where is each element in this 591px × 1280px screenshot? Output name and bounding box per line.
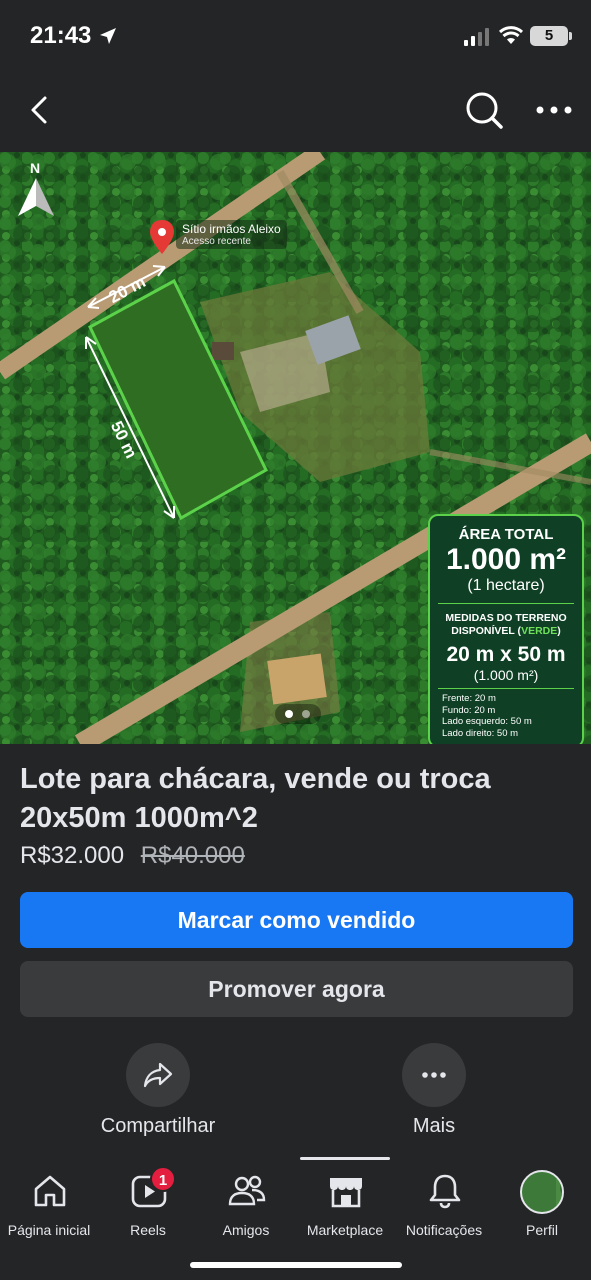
more-action[interactable]: Mais — [354, 1043, 514, 1138]
compass: N — [16, 160, 58, 220]
area-value: 1.000 m² — [445, 543, 567, 576]
status-time: 21:43 — [30, 22, 92, 49]
photo-pager[interactable] — [275, 704, 321, 724]
tab-reels-label: Reels — [130, 1222, 166, 1238]
more-horizontal-icon — [422, 1072, 446, 1078]
listing-old-price: R$40.000 — [140, 842, 245, 869]
share-action[interactable]: Compartilhar — [78, 1043, 238, 1138]
measures-title-line-1: MEDIDAS DO TERRENO — [445, 612, 567, 624]
tab-reels[interactable]: 1 Reels — [96, 1166, 200, 1238]
more-options-button[interactable] — [532, 94, 576, 126]
measures-title-end: ) — [557, 625, 561, 637]
card-divider — [438, 603, 574, 604]
price-row: R$32.000 R$40.000 — [20, 842, 245, 870]
side-right: Lado direito: 50 m — [442, 727, 519, 739]
wifi-icon — [498, 26, 524, 44]
pager-dot-active[interactable] — [285, 710, 293, 718]
tab-home-label: Página inicial — [7, 1222, 91, 1238]
measures-title-line-2: DISPONÍVEL ( — [451, 625, 522, 637]
land-info-card: ÁREA TOTAL 1.000 m² (1 hectare) MEDIDAS … — [428, 514, 584, 744]
card-divider — [438, 688, 574, 689]
battery-indicator: 5 — [530, 26, 572, 46]
share-label: Compartilhar — [100, 1115, 216, 1137]
more-horizontal-icon — [536, 106, 572, 114]
area-title: ÁREA TOTAL — [458, 526, 554, 543]
home-indicator[interactable] — [190, 1262, 402, 1268]
avatar — [520, 1170, 564, 1214]
north-arrow-icon — [18, 178, 54, 216]
back-button[interactable] — [20, 90, 60, 130]
search-icon — [466, 92, 503, 129]
search-button[interactable] — [462, 88, 506, 132]
tab-friends[interactable]: Amigos — [194, 1170, 298, 1238]
profile-photo-icon — [556, 1174, 562, 1212]
marketplace-icon — [330, 1178, 362, 1208]
sides-list: Frente: 20 m Fundo: 20 m Lado esquerdo: … — [430, 693, 582, 739]
location-arrow-icon — [100, 28, 116, 44]
side-front: Frente: 20 m — [442, 693, 496, 704]
listing-title: Lote para chácara, vende ou troca 20x50m… — [20, 763, 491, 834]
listing-photo[interactable]: N Sítio irmãos Aleixo Acesso recente 20 … — [0, 152, 591, 744]
top-navigation — [0, 72, 591, 152]
share-button[interactable] — [126, 1043, 190, 1107]
side-back: Fundo: 20 m — [442, 704, 496, 716]
tab-home[interactable]: Página inicial — [0, 1170, 101, 1238]
tab-profile[interactable]: Perfil — [490, 1170, 591, 1238]
map-pin-title: Sítio irmãos Aleixo — [182, 222, 281, 236]
map-pin-label: Sítio irmãos Aleixo Acesso recente — [176, 220, 287, 249]
more-button[interactable] — [402, 1043, 466, 1107]
mark-as-sold-button[interactable]: Marcar como vendido — [20, 892, 573, 948]
promote-now-button[interactable]: Promover agora — [20, 961, 573, 1017]
tab-notifications[interactable]: Notificações — [392, 1170, 496, 1238]
status-bar: 21:43 5 — [0, 0, 591, 72]
pager-dot[interactable] — [302, 710, 310, 718]
bell-icon — [429, 1174, 461, 1209]
measures-subtitle: (1.000 m²) — [473, 667, 539, 683]
friends-icon — [228, 1175, 266, 1206]
reels-badge: 1 — [150, 1166, 176, 1192]
tab-marketplace-label: Marketplace — [306, 1222, 384, 1238]
tab-marketplace[interactable]: Marketplace — [293, 1170, 397, 1238]
measures-title: MEDIDAS DO TERRENO DISPONÍVEL (VERDE) — [430, 612, 582, 638]
measures-green-word: VERDE — [521, 625, 558, 637]
share-icon — [143, 1062, 173, 1088]
listing-price: R$32.000 — [20, 842, 125, 869]
tab-profile-label: Perfil — [526, 1222, 558, 1238]
side-left: Lado esquerdo: 50 m — [442, 716, 532, 727]
area-subtitle: (1 hectare) — [467, 577, 545, 594]
chevron-left-icon — [31, 96, 47, 124]
home-icon — [34, 1175, 66, 1207]
more-label: Mais — [412, 1115, 456, 1137]
active-tab-indicator — [300, 1157, 390, 1160]
cellular-signal-icon — [464, 28, 489, 46]
measures-value: 20 m x 50 m — [446, 643, 566, 666]
tab-friends-label: Amigos — [222, 1222, 270, 1238]
map-pin-subtitle: Acesso recente — [182, 236, 251, 247]
tab-notifications-label: Notificações — [405, 1222, 483, 1238]
